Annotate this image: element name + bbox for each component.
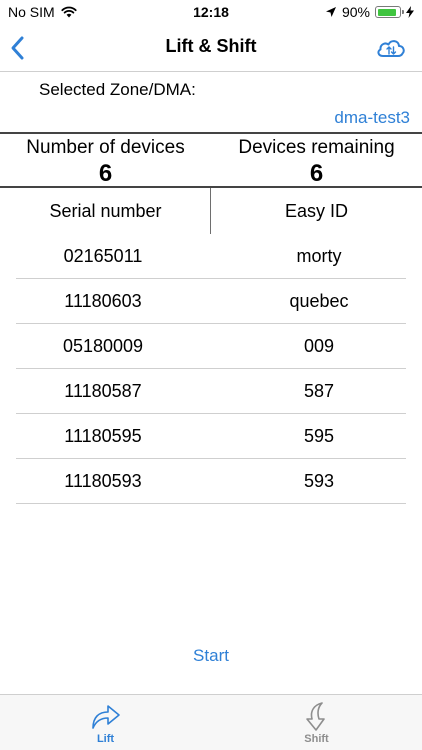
easy-id-cell: 595 [303, 426, 335, 446]
table-row[interactable]: 11180595 595 [16, 414, 406, 459]
cloud-sync-button[interactable] [374, 34, 408, 62]
easy-id-cell: 587 [303, 381, 335, 401]
tab-lift[interactable]: Lift [0, 695, 211, 750]
easy-id-cell: 009 [303, 336, 335, 356]
table-row[interactable]: 11180593 593 [16, 459, 406, 504]
lift-arrow-icon [91, 705, 120, 729]
serial-number-cell: 11180587 [64, 381, 142, 401]
table-row[interactable]: 02165011 morty [16, 234, 406, 279]
device-list: 02165011 morty 11180603 quebec 05180009 … [16, 234, 406, 504]
number-of-devices: Number of devices 6 [0, 134, 211, 187]
start-button[interactable]: Start [0, 646, 422, 666]
zone-value-link[interactable]: dma-test3 [334, 108, 410, 128]
device-counts: Number of devices 6 Devices remaining 6 [0, 132, 422, 188]
battery-percent: 90% [341, 4, 370, 20]
battery-icon [375, 6, 404, 18]
number-of-devices-label: Number of devices [26, 137, 185, 158]
tab-bar: Lift Shift [0, 694, 422, 750]
shift-arrow-icon [305, 702, 325, 731]
status-bar: No SIM 12:18 90% [0, 0, 422, 24]
charging-bolt-icon [406, 6, 414, 18]
easy-id-cell: morty [296, 246, 342, 266]
table-row[interactable]: 11180603 quebec [16, 279, 406, 324]
page-title: Lift & Shift [165, 36, 257, 56]
easy-id-cell: 593 [303, 471, 335, 491]
zone-label: Selected Zone/DMA: [39, 80, 196, 99]
location-arrow-icon [325, 7, 336, 17]
status-right: 90% [325, 4, 414, 20]
devices-remaining-value: 6 [309, 160, 324, 187]
serial-number-header: Serial number [49, 201, 162, 221]
tab-shift-label: Shift [304, 733, 329, 745]
table-row[interactable]: 11180587 587 [16, 369, 406, 414]
serial-number-cell: 11180603 [64, 291, 142, 311]
serial-number-cell: 02165011 [63, 246, 143, 266]
serial-number-cell: 11180593 [64, 471, 142, 491]
tab-shift[interactable]: Shift [211, 695, 422, 750]
navigation-bar: Lift & Shift [0, 24, 422, 72]
serial-number-cell: 05180009 [62, 336, 144, 356]
devices-remaining: Devices remaining 6 [211, 134, 422, 187]
table-row[interactable]: 05180009 009 [16, 324, 406, 369]
cloud-sync-icon [377, 40, 405, 57]
easy-id-header: Easy ID [284, 201, 349, 221]
battery-level-fill [377, 8, 397, 16]
number-of-devices-value: 6 [98, 160, 113, 187]
devices-remaining-label: Devices remaining [238, 137, 395, 158]
serial-number-cell: 11180595 [64, 426, 142, 446]
tab-lift-label: Lift [96, 733, 115, 745]
easy-id-cell: quebec [289, 291, 349, 311]
table-header: Serial number Easy ID [0, 188, 422, 234]
column-divider [210, 188, 211, 234]
